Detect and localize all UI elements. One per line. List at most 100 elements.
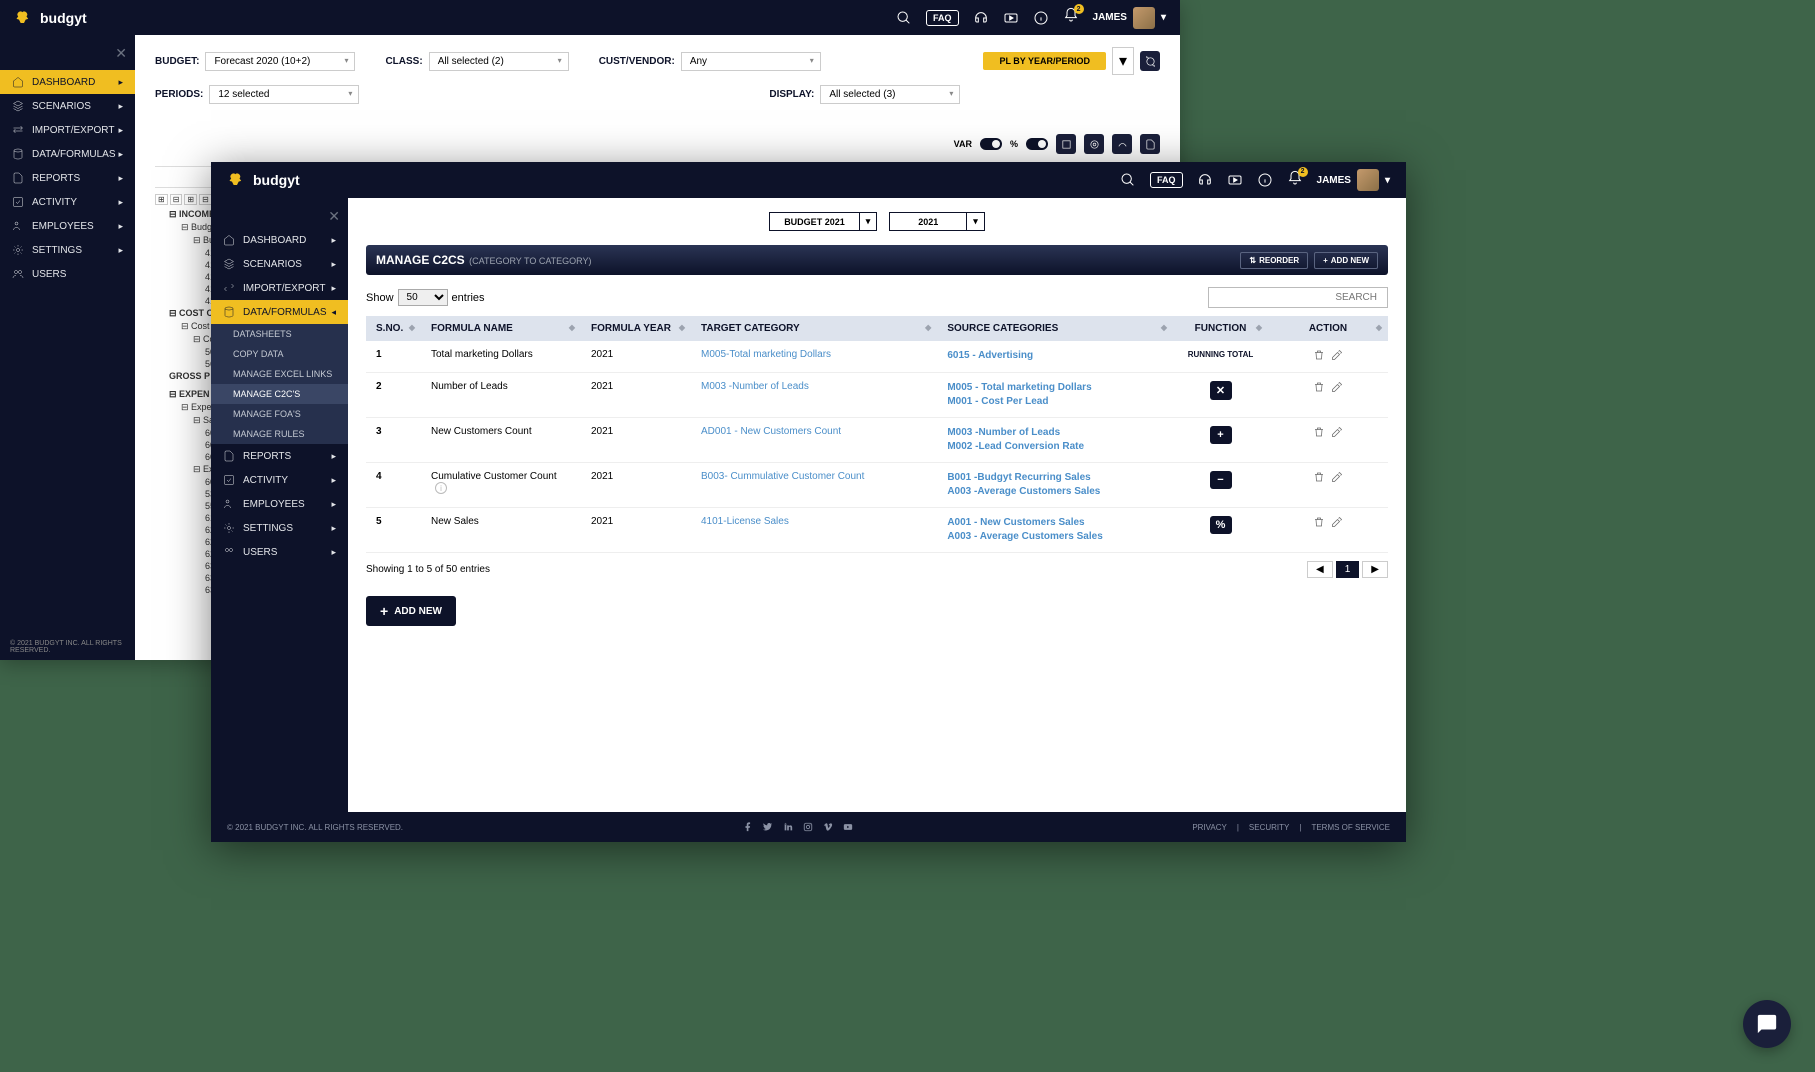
user-menu[interactable]: JAMES ▾ [1093, 7, 1166, 29]
nav-dashboard[interactable]: DASHBOARD▸ [0, 70, 135, 94]
delete-icon[interactable] [1313, 471, 1325, 483]
source-link[interactable]: M005 - Total marketing Dollars [947, 381, 1163, 395]
info-icon[interactable]: i [435, 482, 447, 494]
headset-icon[interactable] [1197, 172, 1213, 188]
next-page[interactable]: ▶ [1362, 561, 1388, 578]
sidebar-close-icon[interactable]: ✕ [328, 208, 340, 225]
logo-front[interactable]: budgyt [227, 170, 300, 190]
delete-icon[interactable] [1313, 349, 1325, 361]
var-toggle[interactable] [980, 138, 1002, 150]
privacy-link[interactable]: PRIVACY [1192, 823, 1227, 832]
col-name[interactable]: FORMULA NAME◆ [421, 316, 581, 341]
nav-import[interactable]: IMPORT/EXPORT▸ [0, 118, 135, 142]
reorder-button[interactable]: ⇅REORDER [1240, 252, 1308, 269]
source-link[interactable]: M002 -Lead Conversion Rate [947, 440, 1163, 454]
nav-activity[interactable]: ACTIVITY▸ [0, 190, 135, 214]
vimeo-icon[interactable] [823, 822, 833, 832]
source-link[interactable]: M001 - Cost Per Lead [947, 395, 1163, 409]
col-action[interactable]: ACTION◆ [1268, 316, 1388, 341]
nav-data[interactable]: DATA/FORMULAS▸ [0, 142, 135, 166]
pl-button[interactable]: PL BY YEAR/PERIOD [983, 52, 1106, 70]
nav-reports[interactable]: REPORTS▸ [0, 166, 135, 190]
action-icon-1[interactable] [1056, 134, 1076, 154]
delete-icon[interactable] [1313, 516, 1325, 528]
year-chip[interactable]: 2021▾ [889, 212, 985, 231]
edit-icon[interactable] [1331, 471, 1343, 483]
nav-scenarios[interactable]: SCENARIOS▸ [211, 252, 348, 276]
source-link[interactable]: M003 -Number of Leads [947, 426, 1163, 440]
instagram-icon[interactable] [803, 822, 813, 832]
budget-chip[interactable]: BUDGET 2021▾ [769, 212, 877, 231]
page-1[interactable]: 1 [1336, 561, 1360, 578]
notifications[interactable]: 2 [1287, 170, 1303, 191]
cust-select[interactable]: Any [681, 52, 821, 71]
faq-button[interactable]: FAQ [1150, 172, 1183, 188]
col-year[interactable]: FORMULA YEAR◆ [581, 316, 691, 341]
security-link[interactable]: SECURITY [1249, 823, 1289, 832]
source-link[interactable]: A003 -Average Customers Sales [947, 485, 1163, 499]
headset-icon[interactable] [973, 10, 989, 26]
target-link[interactable]: 4101-License Sales [701, 516, 789, 527]
sub-c2c[interactable]: MANAGE C2C'S [211, 384, 348, 404]
add-new-header-button[interactable]: +ADD NEW [1314, 252, 1378, 269]
budget-select[interactable]: Forecast 2020 (10+2) [205, 52, 355, 71]
col-sno[interactable]: S.NO.◆ [366, 316, 421, 341]
sub-foa[interactable]: MANAGE FOA'S [211, 404, 348, 424]
video-icon[interactable] [1003, 10, 1019, 26]
col-func[interactable]: FUNCTION◆ [1173, 316, 1268, 341]
search-icon[interactable] [1120, 172, 1136, 188]
target-link[interactable]: M005-Total marketing Dollars [701, 349, 831, 360]
facebook-icon[interactable] [743, 822, 753, 832]
nav-scenarios[interactable]: SCENARIOS▸ [0, 94, 135, 118]
edit-icon[interactable] [1331, 426, 1343, 438]
nav-employees[interactable]: EMPLOYEES▸ [211, 492, 348, 516]
search-input[interactable] [1208, 287, 1388, 308]
nav-reports[interactable]: REPORTS▸ [211, 444, 348, 468]
action-icon-2[interactable] [1084, 134, 1104, 154]
refresh-icon[interactable] [1140, 51, 1160, 71]
col-target[interactable]: TARGET CATEGORY◆ [691, 316, 937, 341]
user-menu[interactable]: JAMES ▾ [1317, 169, 1390, 191]
sub-rules[interactable]: MANAGE RULES [211, 424, 348, 444]
sub-excel[interactable]: MANAGE EXCEL LINKS [211, 364, 348, 384]
nav-dashboard[interactable]: DASHBOARD▸ [211, 228, 348, 252]
notifications[interactable]: 2 [1063, 7, 1079, 28]
col-source[interactable]: SOURCE CATEGORIES◆ [937, 316, 1173, 341]
info-icon[interactable] [1033, 10, 1049, 26]
prev-page[interactable]: ◀ [1307, 561, 1333, 578]
sub-datasheets[interactable]: DATASHEETS [211, 324, 348, 344]
sidebar-close-icon[interactable]: ✕ [115, 45, 127, 62]
youtube-icon[interactable] [843, 822, 853, 832]
sub-copy[interactable]: COPY DATA [211, 344, 348, 364]
nav-users[interactable]: USERS [0, 262, 135, 286]
chat-bubble[interactable] [1743, 1000, 1791, 1048]
nav-employees[interactable]: EMPLOYEES▸ [0, 214, 135, 238]
search-icon[interactable] [896, 10, 912, 26]
edit-icon[interactable] [1331, 381, 1343, 393]
edit-icon[interactable] [1331, 349, 1343, 361]
source-link[interactable]: B001 -Budgyt Recurring Sales [947, 471, 1163, 485]
nav-settings[interactable]: SETTINGS▸ [211, 516, 348, 540]
info-icon[interactable] [1257, 172, 1273, 188]
action-icon-4[interactable] [1140, 134, 1160, 154]
delete-icon[interactable] [1313, 426, 1325, 438]
nav-settings[interactable]: SETTINGS▸ [0, 238, 135, 262]
nav-import[interactable]: IMPORT/EXPORT▸ [211, 276, 348, 300]
action-icon-3[interactable] [1112, 134, 1132, 154]
target-link[interactable]: B003- Cummulative Customer Count [701, 471, 864, 482]
pl-dropdown[interactable]: ▾ [1112, 47, 1134, 75]
target-link[interactable]: M003 -Number of Leads [701, 381, 809, 392]
periods-select[interactable]: 12 selected [209, 85, 359, 104]
target-link[interactable]: AD001 - New Customers Count [701, 426, 841, 437]
display-select[interactable]: All selected (3) [820, 85, 960, 104]
edit-icon[interactable] [1331, 516, 1343, 528]
pct-toggle[interactable] [1026, 138, 1048, 150]
nav-users[interactable]: USERS▸ [211, 540, 348, 564]
delete-icon[interactable] [1313, 381, 1325, 393]
linkedin-icon[interactable] [783, 822, 793, 832]
source-link[interactable]: A001 - New Customers Sales [947, 516, 1163, 530]
source-link[interactable]: 6015 - Advertising [947, 349, 1163, 363]
faq-button[interactable]: FAQ [926, 10, 959, 26]
chevron-down-icon[interactable]: ▾ [966, 213, 984, 230]
show-select[interactable]: 50 [398, 289, 448, 306]
